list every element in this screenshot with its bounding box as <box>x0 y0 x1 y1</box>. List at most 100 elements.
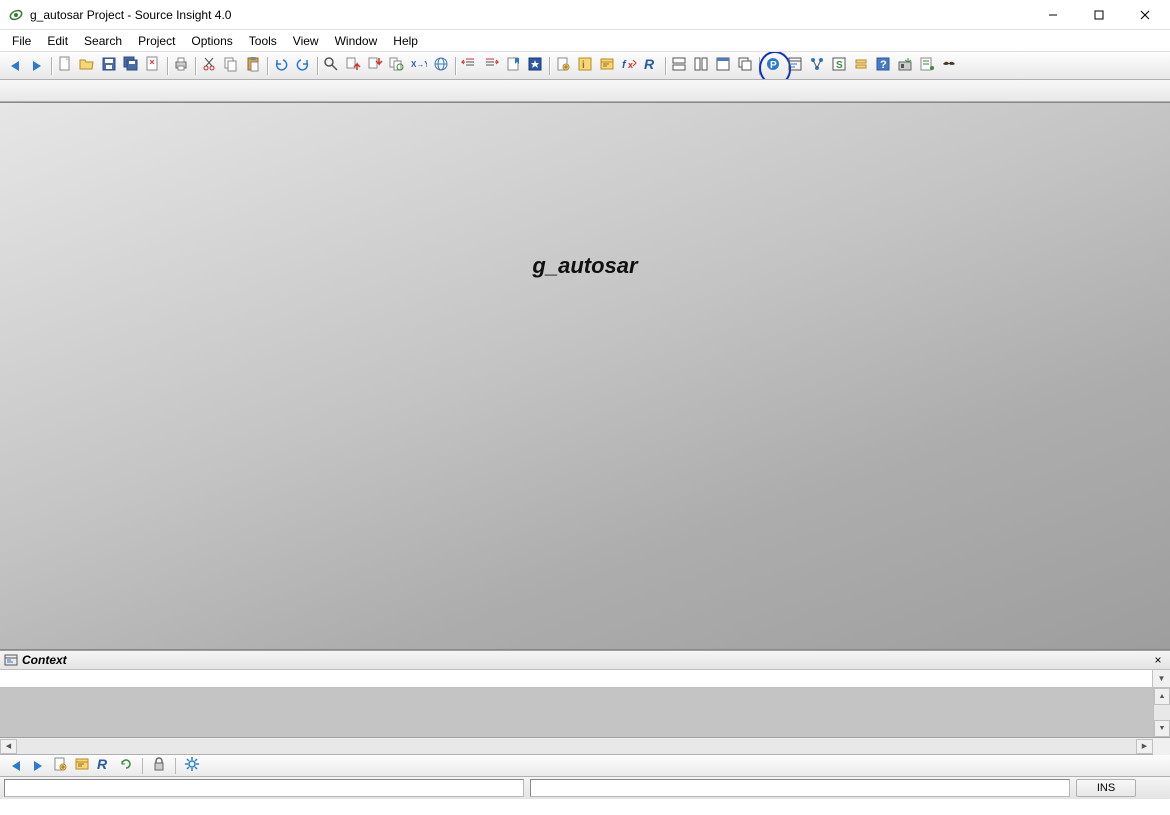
snippets-button[interactable] <box>916 55 938 77</box>
mini-browse-button[interactable] <box>72 756 92 776</box>
context-dropdown-button[interactable]: ▼ <box>1152 670 1170 687</box>
jump-icon <box>555 56 571 75</box>
tile-one-icon <box>715 56 731 75</box>
menu-options[interactable]: Options <box>183 32 240 50</box>
tile-v-icon <box>693 56 709 75</box>
context-icon <box>4 653 18 667</box>
mini-refresh-button[interactable] <box>116 756 136 776</box>
search-up-button[interactable] <box>342 55 364 77</box>
insert-mode-indicator[interactable]: INS <box>1076 779 1136 797</box>
cut-button[interactable] <box>198 55 220 77</box>
save-icon <box>101 56 117 75</box>
refresh-icon <box>118 756 134 775</box>
context-vscrollbar[interactable]: ▲ ▼ <box>1153 688 1170 737</box>
svg-text:P: P <box>770 60 777 71</box>
menu-view[interactable]: View <box>285 32 327 50</box>
bookmark-button[interactable] <box>524 55 546 77</box>
relation-button[interactable]: R <box>640 55 662 77</box>
paste-button[interactable] <box>242 55 264 77</box>
tile-v-button[interactable] <box>690 55 712 77</box>
arrow-right-icon <box>33 61 41 71</box>
context-symbol-input[interactable] <box>0 670 1152 687</box>
mini-lock-button[interactable] <box>149 756 169 776</box>
jump-icon <box>52 756 68 775</box>
search-files-icon <box>389 56 405 75</box>
tile-h-button[interactable] <box>668 55 690 77</box>
hscroll-track[interactable] <box>17 739 1136 754</box>
mini-jump-button[interactable] <box>50 756 70 776</box>
forward-button[interactable] <box>26 55 48 77</box>
indent-l-icon <box>461 56 477 75</box>
browse-button[interactable] <box>596 55 618 77</box>
redo-button[interactable] <box>292 55 314 77</box>
project-p-icon: P <box>765 56 781 75</box>
save-button[interactable] <box>98 55 120 77</box>
clip-window-button[interactable] <box>850 55 872 77</box>
symbol-info-button[interactable]: i <box>574 55 596 77</box>
close-window-button[interactable] <box>1122 1 1168 29</box>
tile-one-button[interactable] <box>712 55 734 77</box>
bm-toggle-icon <box>505 56 521 75</box>
scroll-up-button[interactable]: ▲ <box>1154 688 1170 705</box>
scroll-track[interactable] <box>1154 705 1170 720</box>
title-bar: g_autosar Project - Source Insight 4.0 <box>0 0 1170 30</box>
scroll-down-button[interactable]: ▼ <box>1154 720 1170 737</box>
clip-icon <box>853 56 869 75</box>
context-close-button[interactable]: × <box>1150 652 1166 668</box>
menu-help[interactable]: Help <box>385 32 426 50</box>
jump-def-button[interactable] <box>552 55 574 77</box>
bird-button[interactable] <box>938 55 960 77</box>
ftp-button[interactable] <box>894 55 916 77</box>
bookmark-toggle-button[interactable] <box>502 55 524 77</box>
menu-edit[interactable]: Edit <box>39 32 76 50</box>
context-window-button[interactable] <box>784 55 806 77</box>
open-button[interactable] <box>76 55 98 77</box>
refs-button[interactable]: fx <box>618 55 640 77</box>
search-icon <box>323 56 339 75</box>
indent-r-icon <box>483 56 499 75</box>
copy-button[interactable] <box>220 55 242 77</box>
project-window-button[interactable]: P <box>762 55 784 77</box>
search-button[interactable] <box>320 55 342 77</box>
undo-button[interactable] <box>270 55 292 77</box>
context-input-row: ▼ <box>0 670 1170 688</box>
menu-tools[interactable]: Tools <box>241 32 285 50</box>
minimize-button[interactable] <box>1030 1 1076 29</box>
save-all-button[interactable] <box>120 55 142 77</box>
relation-window-button[interactable] <box>806 55 828 77</box>
menu-search[interactable]: Search <box>76 32 130 50</box>
svg-text:X→Y: X→Y <box>411 60 427 69</box>
symbol-window-button[interactable]: S <box>828 55 850 77</box>
menu-file[interactable]: File <box>4 32 39 50</box>
indent-left-button[interactable] <box>458 55 480 77</box>
context-hscrollbar[interactable]: ◀ ▶ <box>0 738 1170 755</box>
mini-forward-button[interactable] <box>28 756 48 776</box>
mini-relation-button[interactable]: R <box>94 756 114 776</box>
replace-icon: X→Y <box>411 56 427 75</box>
replace-button[interactable]: X→Y <box>408 55 430 77</box>
svg-text:x: x <box>628 60 633 70</box>
back-button[interactable] <box>4 55 26 77</box>
new-document-button[interactable] <box>54 55 76 77</box>
search-files-button[interactable] <box>386 55 408 77</box>
menu-window[interactable]: Window <box>327 32 386 50</box>
print-button[interactable] <box>170 55 192 77</box>
maximize-button[interactable] <box>1076 1 1122 29</box>
status-field-2 <box>530 779 1070 797</box>
indent-right-button[interactable] <box>480 55 502 77</box>
search-down-button[interactable] <box>364 55 386 77</box>
lock-icon <box>151 756 167 775</box>
close-button[interactable] <box>142 55 164 77</box>
doc-icon <box>57 56 73 75</box>
menu-project[interactable]: Project <box>130 32 183 50</box>
scroll-right-button[interactable]: ▶ <box>1136 739 1153 754</box>
search-web-button[interactable] <box>430 55 452 77</box>
cascade-button[interactable] <box>734 55 756 77</box>
mini-back-button[interactable] <box>6 756 26 776</box>
web-icon <box>433 56 449 75</box>
mini-separator <box>142 758 143 774</box>
help-button[interactable]: ? <box>872 55 894 77</box>
mini-settings-button[interactable] <box>182 756 202 776</box>
cut-icon <box>201 56 217 75</box>
scroll-left-button[interactable]: ◀ <box>0 739 17 754</box>
